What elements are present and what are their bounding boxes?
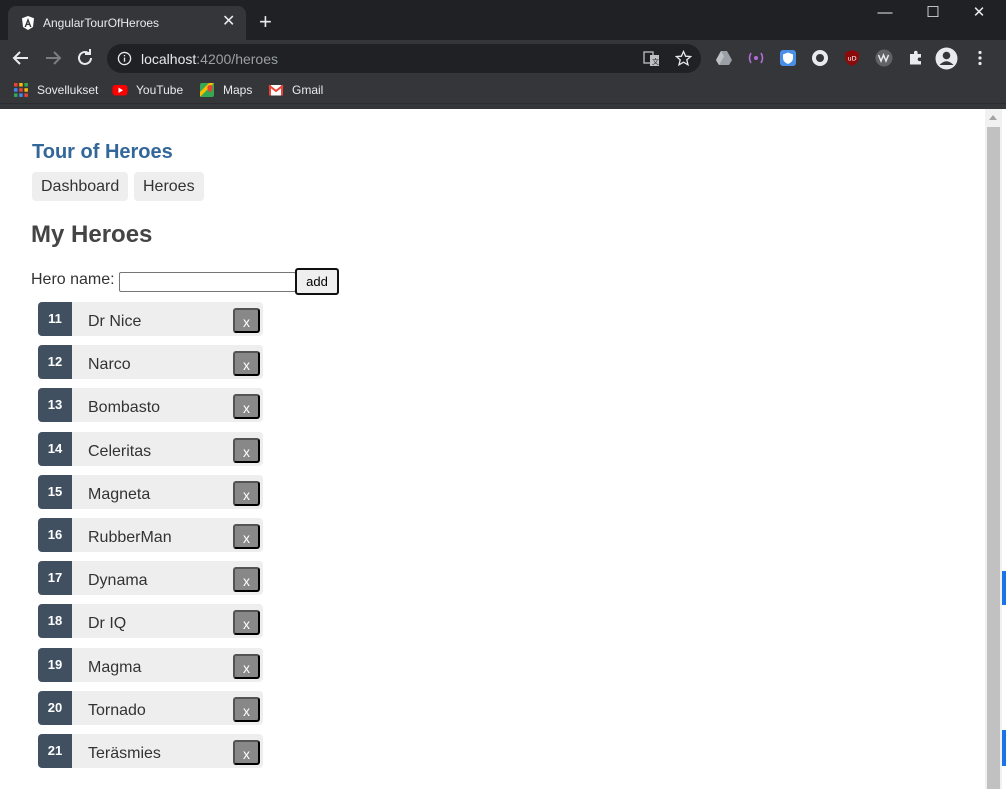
app-title: Tour of Heroes [32, 141, 173, 163]
hero-id-badge: 15 [38, 474, 72, 509]
address-bar[interactable]: localhost:4200/heroes 文 [107, 44, 701, 73]
hero-list-item[interactable]: 15 Magneta x [38, 474, 263, 509]
bookmark-star-icon[interactable] [675, 50, 692, 67]
hero-name[interactable]: Narco [88, 356, 131, 374]
maximize-button[interactable]: ☐ [910, 2, 956, 26]
hero-list: 11 Dr Nice x 12 Narco x 13 Bombasto x 14 Celeritas… [38, 302, 264, 777]
hero-id-badge: 16 [38, 517, 72, 552]
nav-link-heroes[interactable]: Heroes [134, 172, 204, 201]
scrollbar-thumb[interactable] [987, 127, 1000, 789]
hero-list-item[interactable]: 21 Teräsmies x [38, 733, 263, 768]
apps-grid-icon [14, 83, 28, 97]
new-tab-button[interactable]: + [259, 9, 272, 35]
hero-name[interactable]: Dr IQ [88, 615, 126, 633]
gmail-icon [268, 84, 284, 96]
hero-name[interactable]: Tornado [88, 702, 146, 720]
delete-hero-button[interactable]: x [233, 610, 260, 636]
hero-name[interactable]: Magma [88, 659, 141, 677]
hero-list-item[interactable]: 12 Narco x [38, 345, 263, 380]
url-path: :4200/heroes [196, 51, 278, 67]
page-scrollbar[interactable] [985, 109, 1002, 789]
bookmark-label: Gmail [292, 83, 324, 97]
delete-hero-button[interactable]: x [233, 394, 260, 420]
hero-id-badge: 20 [38, 690, 72, 725]
angular-icon [22, 16, 34, 30]
hero-id-badge: 19 [38, 647, 72, 682]
hero-id-badge: 11 [38, 302, 72, 336]
hero-list-item[interactable]: 13 Bombasto x [38, 388, 263, 423]
hero-name[interactable]: Celeritas [88, 443, 151, 461]
minimize-button[interactable]: — [862, 2, 908, 26]
hero-list-item[interactable]: 19 Magma x [38, 647, 263, 682]
forward-icon[interactable] [41, 46, 65, 70]
delete-hero-button[interactable]: x [233, 351, 260, 377]
translate-icon[interactable]: 文 [643, 50, 660, 67]
bookmarks-bar: Sovellukset YouTube Maps Gmail [0, 76, 1006, 104]
hero-name[interactable]: Dr Nice [88, 313, 141, 331]
hero-id-badge: 12 [38, 345, 72, 380]
url-host: localhost [141, 51, 197, 67]
browser-toolbar: localhost:4200/heroes 文 uD [0, 40, 1006, 76]
url-text: localhost:4200/heroes [141, 51, 278, 67]
hero-id-badge: 21 [38, 733, 72, 768]
scroll-up-arrow-icon[interactable] [989, 115, 997, 120]
tab-close-icon[interactable]: ✕ [222, 12, 235, 32]
close-window-button[interactable]: ✕ [956, 2, 1002, 26]
hero-name[interactable]: Dynama [88, 572, 148, 590]
delete-hero-button[interactable]: x [233, 437, 260, 463]
hero-list-item[interactable]: 20 Tornado x [38, 690, 263, 725]
window-edge-accent [1002, 571, 1006, 605]
delete-hero-button[interactable]: x [233, 567, 260, 593]
menu-dots-icon[interactable] [971, 49, 989, 67]
reload-icon[interactable] [73, 46, 97, 70]
hero-name[interactable]: Bombasto [88, 399, 160, 417]
hero-list-item[interactable]: 16 RubberMan x [38, 517, 263, 552]
puzzle-icon[interactable] [907, 49, 925, 67]
delete-hero-button[interactable]: x [233, 653, 260, 679]
delete-hero-button[interactable]: x [233, 480, 260, 506]
hero-list-item[interactable]: 11 Dr Nice x [38, 302, 263, 336]
hero-id-badge: 13 [38, 388, 72, 423]
tab-title: AngularTourOfHeroes [43, 16, 160, 30]
hero-name[interactable]: Magneta [88, 486, 150, 504]
youtube-icon [112, 85, 128, 96]
add-hero-button[interactable]: add [295, 268, 339, 295]
bookmark-label: Maps [223, 83, 253, 97]
bookmark-label: YouTube [136, 83, 184, 97]
nav-link-dashboard[interactable]: Dashboard [32, 172, 129, 201]
google-drive-icon[interactable] [715, 49, 733, 67]
browser-tab[interactable]: AngularTourOfHeroes ✕ [8, 6, 246, 40]
toolbar-separator [0, 104, 1006, 109]
hero-id-badge: 17 [38, 561, 72, 596]
ublock-icon[interactable]: uD [843, 49, 861, 67]
profile-icon[interactable] [935, 47, 958, 70]
browser-titlebar: AngularTourOfHeroes ✕ + — ☐ ✕ [0, 0, 1006, 40]
hero-name-input[interactable] [119, 272, 296, 292]
hero-id-badge: 18 [38, 604, 72, 639]
bookmark-label: Sovellukset [37, 83, 99, 97]
back-icon[interactable] [9, 46, 33, 70]
delete-hero-button[interactable]: x [233, 696, 260, 722]
hero-name[interactable]: Teräsmies [88, 745, 161, 763]
page-title: My Heroes [31, 221, 153, 248]
delete-hero-button[interactable]: x [233, 308, 260, 333]
podcast-extension-icon[interactable] [747, 49, 765, 67]
shield-extension-icon[interactable] [779, 49, 797, 67]
window-edge-accent [1002, 730, 1006, 766]
delete-hero-button[interactable]: x [233, 739, 260, 765]
maps-icon [200, 83, 214, 97]
circle-extension-icon[interactable] [811, 49, 829, 67]
delete-hero-button[interactable]: x [233, 523, 260, 549]
hero-list-item[interactable]: 18 Dr IQ x [38, 604, 263, 639]
hero-name-label: Hero name: [31, 271, 115, 288]
hero-list-item[interactable]: 17 Dynama x [38, 561, 263, 596]
hero-id-badge: 14 [38, 431, 72, 466]
hero-list-item[interactable]: 14 Celeritas x [38, 431, 263, 466]
svg-text:文: 文 [652, 57, 659, 66]
vv-extension-icon[interactable] [875, 49, 893, 67]
site-info-icon[interactable] [117, 51, 132, 66]
hero-name[interactable]: RubberMan [88, 529, 172, 547]
svg-text:uD: uD [848, 55, 857, 63]
